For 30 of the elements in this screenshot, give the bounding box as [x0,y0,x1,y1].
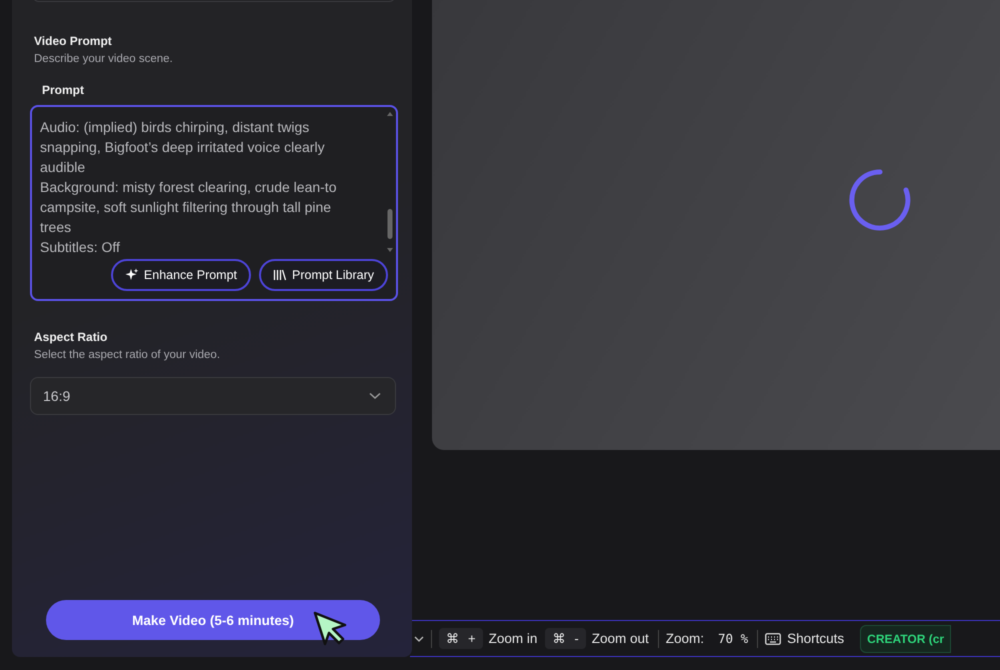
prompt-text: Audio: (implied) birds chirping, distant twigs snapping, Bigfoot’s deep irritated voice clearly audible [40,118,326,177]
plan-badge: CREATOR (cr [860,624,952,652]
key-label: ⌘ [446,631,459,646]
keyboard-icon [765,632,782,644]
key-label: ⌘ [552,631,566,646]
make-video-button[interactable]: Make Video (5-6 minutes) [46,600,380,640]
library-icon [273,268,288,282]
shortcuts-button[interactable]: Shortcuts [787,631,844,646]
section-description: Describe your video scene. [34,53,174,65]
key-label: - [574,631,579,646]
prompt-text: Background: misty forest clearing, crude lean-to campsite, soft sunlight filtering through tall pine trees [40,178,338,237]
sparkle-icon [124,268,139,282]
section-description: Select the aspect ratio of your video. [34,349,222,361]
prompt-field[interactable] [30,105,398,301]
chevron-down-icon[interactable] [414,636,424,642]
zoom-label: Zoom: [666,631,704,646]
zoom-out-label[interactable]: Zoom out [592,631,649,646]
section-title: Video Prompt [34,34,113,48]
key-label: + [468,631,476,646]
enhance-button[interactable]: Enhance Prompt [110,259,252,291]
zoom-value: 70 % [718,631,748,646]
library-button[interactable]: Prompt Library [259,259,388,291]
zoom-in-label[interactable]: Zoom in [488,631,538,646]
field-label: Prompt [42,83,85,97]
section-title: Aspect Ratio [34,330,108,344]
cursor-icon [312,610,348,646]
prompt-text: Subtitles: Off [40,238,121,257]
loading-spinner-icon [848,168,912,232]
aspect-ratio-select[interactable]: 16:9 [30,377,396,415]
chevron-down-icon [369,392,381,400]
